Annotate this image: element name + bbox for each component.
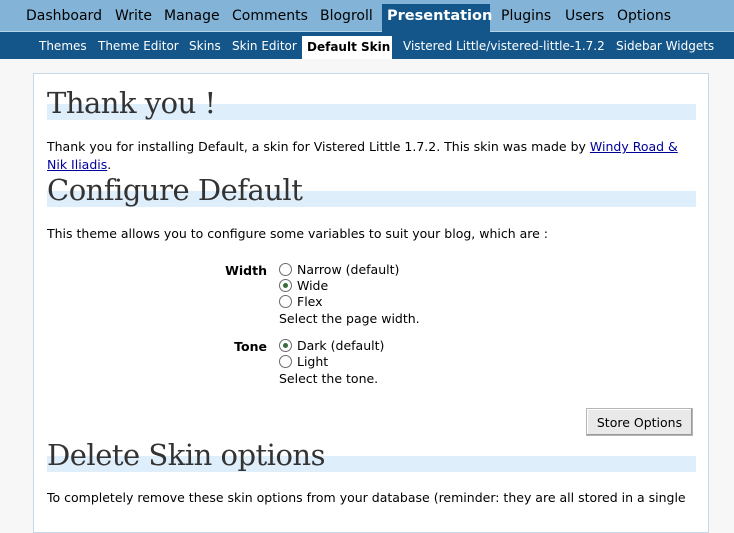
nav-manage[interactable]: Manage <box>159 4 225 32</box>
content-panel: Thank you ! Thank you for installing Def… <box>33 73 709 533</box>
nav-options[interactable]: Options <box>612 4 676 32</box>
radio-checked-icon[interactable] <box>279 339 292 352</box>
subnav-default-skin[interactable]: Default Skin <box>302 36 392 59</box>
width-option-flex[interactable]: Flex <box>279 294 323 310</box>
nav-blogroll[interactable]: Blogroll <box>315 4 378 32</box>
top-navigation: Dashboard Write Manage Comments Blogroll… <box>0 0 734 32</box>
tone-option-light[interactable]: Light <box>279 354 328 370</box>
subnav-theme-editor[interactable]: Theme Editor <box>93 32 184 59</box>
width-hint: Select the page width. <box>279 311 420 326</box>
configure-intro: This theme allows you to configure some … <box>47 226 549 241</box>
sub-navigation: Themes Theme Editor Skins Skin Editor De… <box>0 32 734 59</box>
nav-plugins[interactable]: Plugins <box>496 4 556 32</box>
subnav-skins[interactable]: Skins <box>184 32 226 59</box>
configure-heading: Configure Default <box>47 173 696 207</box>
subnav-sidebar-widgets[interactable]: Sidebar Widgets <box>611 32 719 59</box>
nav-presentation[interactable]: Presentation <box>382 4 492 32</box>
thank-you-heading: Thank you ! <box>47 86 696 120</box>
radio-icon[interactable] <box>279 355 292 368</box>
delete-text: To completely remove these skin options … <box>47 490 686 505</box>
width-label: Width <box>225 263 267 278</box>
nav-comments[interactable]: Comments <box>227 4 313 32</box>
radio-icon[interactable] <box>279 263 292 276</box>
tone-hint: Select the tone. <box>279 371 379 386</box>
tone-label: Tone <box>234 339 267 354</box>
nav-write[interactable]: Write <box>110 4 157 32</box>
radio-checked-icon[interactable] <box>279 279 292 292</box>
subnav-skin-editor[interactable]: Skin Editor <box>227 32 302 59</box>
thank-you-text: Thank you for installing Default, a skin… <box>47 139 678 172</box>
delete-heading: Delete Skin options <box>47 438 696 472</box>
radio-icon[interactable] <box>279 295 292 308</box>
subnav-themes[interactable]: Themes <box>34 32 92 59</box>
width-option-wide[interactable]: Wide <box>279 278 328 294</box>
nav-dashboard[interactable]: Dashboard <box>21 4 107 32</box>
subnav-vistered-little[interactable]: Vistered Little/vistered-little-1.7.2 <box>398 32 610 59</box>
nav-users[interactable]: Users <box>560 4 609 32</box>
tone-option-dark[interactable]: Dark (default) <box>279 338 384 354</box>
width-option-narrow[interactable]: Narrow (default) <box>279 262 399 278</box>
store-options-button[interactable]: Store Options <box>586 408 693 436</box>
